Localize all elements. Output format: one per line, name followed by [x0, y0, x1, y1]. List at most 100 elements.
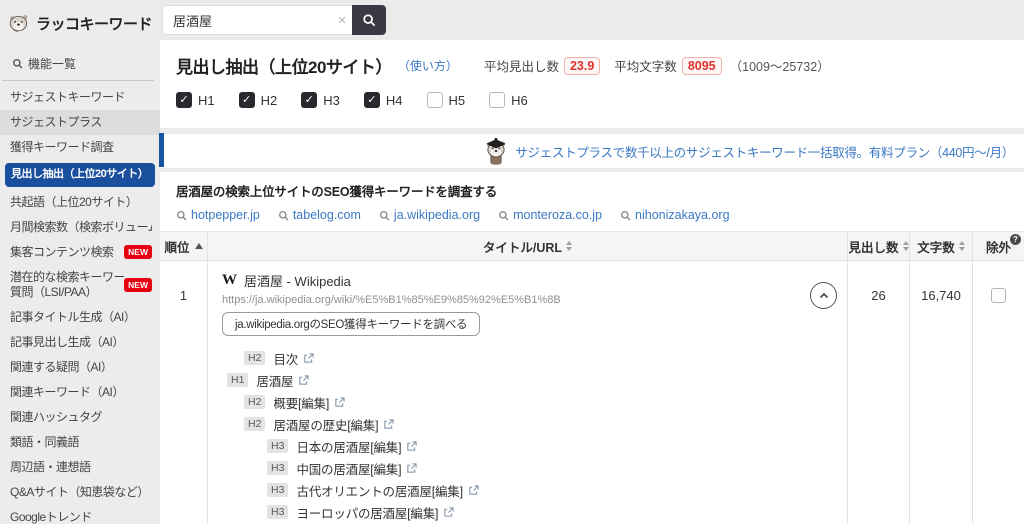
- checkbox-label: H4: [385, 92, 403, 108]
- chars-count: 16,740: [921, 288, 961, 303]
- app-logo[interactable]: ラッコキーワード: [0, 0, 160, 49]
- promo-link[interactable]: サジェストプラスで数千以上のサジェストキーワード一括取得。有料プラン（440円〜…: [515, 142, 1014, 161]
- sidebar-item[interactable]: 共起語（上位20サイト）: [0, 190, 160, 215]
- domain-link[interactable]: nihonizakaya.org: [620, 208, 730, 222]
- sidebar-item[interactable]: 周辺語・連想語: [0, 455, 160, 480]
- search-icon: [379, 210, 390, 220]
- external-link-icon[interactable]: [443, 506, 454, 518]
- sidebar-item[interactable]: 月間検索数（検索ボリューム）: [0, 215, 160, 240]
- heading-tag-badge: H3: [267, 504, 289, 520]
- external-link-icon[interactable]: [406, 440, 417, 452]
- heading-level-checkbox[interactable]: ✓ H5: [426, 92, 465, 108]
- heading-item: H2 居酒屋の歴史[編集]: [222, 413, 847, 435]
- external-link-icon[interactable]: [383, 418, 394, 430]
- external-link-icon[interactable]: [468, 484, 479, 496]
- heading-tag-badge: H2: [244, 416, 266, 432]
- heading-level-checkbox[interactable]: ✓ H3: [301, 92, 340, 108]
- sidebar-item[interactable]: 見出し抽出（上位20サイト）: [5, 163, 155, 187]
- check-icon: ✓: [179, 93, 189, 106]
- sidebar-item[interactable]: 記事見出し生成（AI）: [0, 330, 160, 355]
- sidebar-item[interactable]: サジェストプラス: [0, 110, 160, 135]
- page-header-card: 見出し抽出（上位20サイト） （使い方） 平均見出し数 23.9 平均文字数 8…: [160, 40, 1024, 128]
- checkbox-box: ✓: [238, 92, 255, 108]
- table-header-row: 順位 タイトル/URL 見出し数 文字数 除外 ?: [160, 232, 1024, 261]
- sidebar-item-label: 月間検索数（検索ボリューム）: [10, 219, 152, 234]
- collapse-row-button[interactable]: [810, 282, 837, 309]
- results-table: 順位 タイトル/URL 見出し数 文字数 除外 ? 1 W 居酒屋 - Wiki…: [160, 231, 1024, 524]
- sidebar-item[interactable]: 類語・同義語: [0, 430, 160, 455]
- domain-link[interactable]: ja.wikipedia.org: [379, 208, 480, 222]
- col-title-label: タイトル/URL: [482, 240, 563, 255]
- site-title-link[interactable]: 居酒屋 - Wikipedia: [244, 271, 351, 290]
- col-title-url[interactable]: タイトル/URL: [207, 232, 847, 260]
- heading-text: 目次: [273, 352, 299, 367]
- checkbox-label: H2: [260, 92, 278, 108]
- heading-level-checkbox[interactable]: ✓ H4: [363, 92, 403, 108]
- sidebar-item-label: 獲得キーワード調査: [10, 140, 114, 154]
- domain-link[interactable]: monteroza.co.jp: [498, 208, 602, 222]
- site-favicon: W: [222, 272, 237, 288]
- col-rank-label: 順位: [164, 240, 190, 255]
- heading-text: 概要[編集]: [273, 396, 330, 411]
- checkbox-box: ✓: [301, 92, 318, 108]
- exclude-checkbox[interactable]: [991, 288, 1006, 303]
- col-exclude: 除外 ?: [972, 232, 1024, 260]
- sidebar-item-label: 周辺語・連想語: [10, 459, 91, 474]
- col-rank[interactable]: 順位: [160, 232, 207, 260]
- heading-text: 中国の居酒屋[編集]: [296, 462, 402, 477]
- heading-tag-badge: H2: [244, 394, 266, 410]
- sidebar-item[interactable]: Googleトレンド: [0, 505, 160, 524]
- checkbox-box: ✓: [489, 92, 506, 108]
- sidebar-item-label: 共起語（上位20サイト）: [10, 194, 138, 209]
- sidebar-item-label: 潜在的な検索キーワード/質問（LSI/PAA）: [10, 269, 125, 299]
- external-link-icon[interactable]: [334, 396, 345, 408]
- sidebar-item[interactable]: 潜在的な検索キーワード/質問（LSI/PAA） NEW: [0, 265, 160, 305]
- col-chars[interactable]: 文字数: [909, 232, 972, 260]
- headings-count-cell: 26: [847, 261, 909, 524]
- search-icon: [621, 210, 631, 220]
- keyword-search-input[interactable]: [162, 5, 352, 35]
- heading-level-checkbox[interactable]: ✓ H2: [238, 92, 278, 108]
- external-link-icon[interactable]: [298, 374, 309, 386]
- sidebar-item[interactable]: 関連する疑問（AI）: [0, 355, 160, 380]
- sidebar-item[interactable]: サジェストキーワード: [0, 85, 160, 110]
- checkbox-label: H1: [198, 92, 215, 108]
- sidebar-item[interactable]: 獲得キーワード調査: [0, 135, 160, 160]
- heading-tag-badge: H3: [267, 460, 289, 476]
- sidebar-item-label: 記事見出し生成（AI）: [10, 334, 124, 349]
- headings-count: 26: [871, 288, 886, 303]
- chevron-up-icon: [819, 292, 828, 298]
- col-headings[interactable]: 見出し数: [847, 232, 909, 260]
- search-button[interactable]: [352, 5, 386, 35]
- heading-item: H3 古代オリエントの居酒屋[編集]: [222, 479, 847, 501]
- avg-headings-label: 平均見出し数: [483, 60, 559, 74]
- help-icon[interactable]: ?: [1010, 234, 1021, 245]
- usage-link[interactable]: （使い方）: [398, 57, 458, 74]
- clear-search-icon[interactable]: ×: [332, 12, 352, 29]
- sidebar-item[interactable]: 関連キーワード（AI）: [0, 380, 160, 405]
- checkbox-box: ✓: [426, 92, 443, 108]
- sidebar-functions-header[interactable]: 機能一覧: [2, 49, 154, 81]
- domain-link[interactable]: tabelog.com: [278, 208, 361, 222]
- sidebar-item[interactable]: Q&Aサイト（知恵袋など）: [0, 480, 160, 505]
- heading-item: H1 居酒屋: [222, 369, 847, 391]
- domain-link[interactable]: hotpepper.jp: [176, 208, 260, 222]
- heading-level-checkbox[interactable]: ✓ H6: [489, 92, 528, 108]
- sidebar-nav: サジェストキーワード サジェストプラス 獲得キーワード調査 見出し抽出（上位20…: [0, 85, 160, 524]
- heading-tag-badge: H1: [227, 372, 249, 388]
- external-link-icon[interactable]: [406, 462, 417, 474]
- sidebar-item[interactable]: 関連ハッシュタグ: [0, 405, 160, 430]
- sidebar-item[interactable]: 記事タイトル生成（AI）: [0, 305, 160, 330]
- sidebar-item[interactable]: 集客コンテンツ検索 NEW: [0, 240, 160, 265]
- sidebar-item-label: Q&Aサイト（知恵袋など）: [10, 484, 149, 499]
- heading-level-checkbox[interactable]: ✓ H1: [176, 92, 215, 108]
- search-icon: [499, 210, 509, 220]
- sidebar-scrollbar-thumb[interactable]: [159, 133, 164, 167]
- sidebar-item-label: Googleトレンド: [10, 509, 92, 524]
- site-url: https://ja.wikipedia.org/wiki/%E5%B1%85%…: [222, 294, 561, 306]
- new-badge: NEW: [124, 245, 152, 260]
- domain-links: hotpepper.jp tabelog.com ja.wikipedia.or…: [160, 200, 1024, 231]
- external-link-icon[interactable]: [303, 352, 314, 364]
- functions-header-label: 機能一覧: [28, 57, 77, 71]
- seo-keywords-button[interactable]: ja.wikipedia.orgのSEO獲得キーワードを調べる: [222, 312, 481, 336]
